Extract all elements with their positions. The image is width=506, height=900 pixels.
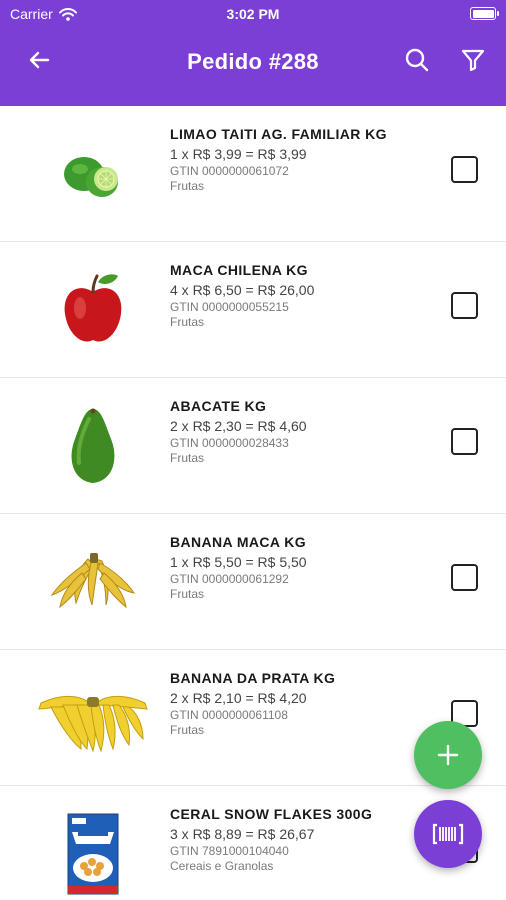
lime-icon [64,157,118,197]
search-button[interactable] [402,45,432,75]
product-info: LIMAO TAITI AG. FAMILIAR KG 1 x R$ 3,99 … [170,126,430,193]
list-item[interactable]: LIMAO TAITI AG. FAMILIAR KG 1 x R$ 3,99 … [0,106,506,242]
banana-bunch-icon [38,696,148,753]
add-item-button[interactable] [414,721,482,789]
status-time: 3:02 PM [226,6,280,22]
item-checkbox[interactable] [451,428,478,455]
product-name: ABACATE KG [170,398,267,414]
list-item[interactable]: ABACATE KG 2 x R$ 2,30 = R$ 4,60 GTIN 00… [0,378,506,514]
filter-button[interactable] [458,45,488,75]
avocado-icon [71,408,115,483]
product-gtin: GTIN 0000000061072 [170,164,289,178]
product-image [28,664,158,772]
product-name: BANANA DA PRATA KG [170,670,336,686]
product-name: LIMAO TAITI AG. FAMILIAR KG [170,126,387,142]
product-gtin: GTIN 0000000055215 [170,300,289,314]
product-category: Frutas [170,587,205,601]
item-checkbox[interactable] [451,156,478,183]
banana-icon [50,553,136,609]
item-checkbox[interactable] [451,564,478,591]
product-category: Frutas [170,179,205,193]
cereal-box-icon [67,813,119,895]
product-name: CERAL SNOW FLAKES 300G [170,806,373,822]
product-category: Frutas [170,451,205,465]
filter-icon [461,49,485,72]
product-category: Frutas [170,315,205,329]
battery-icon [470,7,499,20]
product-name: BANANA MACA KG [170,534,306,550]
item-checkbox[interactable] [451,292,478,319]
plus-icon [437,744,459,766]
product-image [28,528,158,636]
product-price: 4 x R$ 6,50 = R$ 26,00 [170,282,315,298]
product-price: 1 x R$ 5,50 = R$ 5,50 [170,554,307,570]
product-gtin: GTIN 0000000061108 [170,708,288,722]
scan-barcode-button[interactable] [414,800,482,868]
list-item[interactable]: BANANA MACA KG 1 x R$ 5,50 = R$ 5,50 GTI… [0,514,506,650]
product-price: 2 x R$ 2,10 = R$ 4,20 [170,690,307,706]
product-image [28,120,158,228]
product-gtin: GTIN 7891000104040 [170,844,289,858]
list-item[interactable]: MACA CHILENA KG 4 x R$ 6,50 = R$ 26,00 G… [0,242,506,378]
barcode-scan-icon [432,823,464,845]
product-category: Frutas [170,723,205,737]
product-info: MACA CHILENA KG 4 x R$ 6,50 = R$ 26,00 G… [170,262,430,329]
product-info: CERAL SNOW FLAKES 300G 3 x R$ 8,89 = R$ … [170,806,430,873]
status-bar: Carrier 3:02 PM [0,0,506,28]
product-gtin: GTIN 0000000061292 [170,572,289,586]
product-info: BANANA DA PRATA KG 2 x R$ 2,10 = R$ 4,20… [170,670,430,737]
search-icon [405,48,429,72]
product-info: ABACATE KG 2 x R$ 2,30 = R$ 4,60 GTIN 00… [170,398,430,465]
product-image [28,800,158,900]
product-image [28,392,158,500]
product-price: 2 x R$ 2,30 = R$ 4,60 [170,418,307,434]
product-price: 3 x R$ 8,89 = R$ 26,67 [170,826,315,842]
app-bar: Pedido #288 [0,28,506,106]
product-gtin: GTIN 0000000028433 [170,436,289,450]
product-price: 1 x R$ 3,99 = R$ 3,99 [170,146,307,162]
product-image [28,256,158,364]
product-category: Cereais e Granolas [170,859,274,873]
apple-icon [64,274,122,342]
product-name: MACA CHILENA KG [170,262,308,278]
product-info: BANANA MACA KG 1 x R$ 5,50 = R$ 5,50 GTI… [170,534,430,601]
